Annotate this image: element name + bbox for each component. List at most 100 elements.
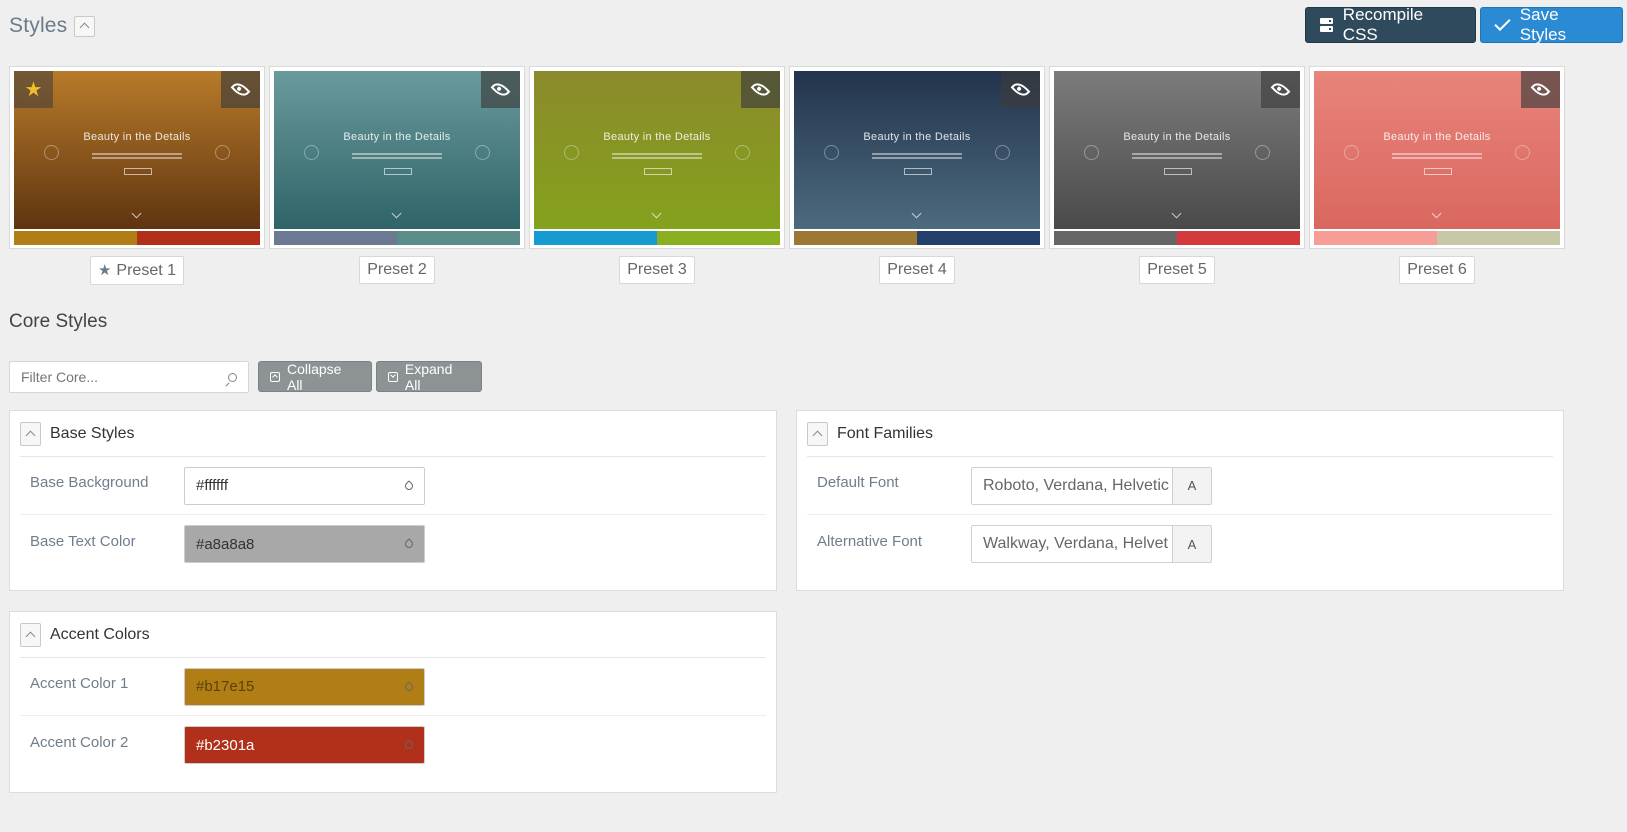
chevron-down-icon (1431, 208, 1442, 219)
preset-card[interactable]: Beauty in the Details Preset 6 (1309, 66, 1565, 285)
swatch (794, 231, 917, 245)
preset-label-button[interactable]: ★ Preset 1 (89, 256, 185, 285)
swatch (917, 231, 1040, 245)
search-icon[interactable] (228, 372, 237, 382)
setting-label: Default Font (817, 474, 899, 491)
arrow-left-icon (564, 145, 579, 160)
preset-label-button[interactable]: Preset 5 (1139, 256, 1215, 284)
thumbnail-heading: Beauty in the Details (1383, 131, 1491, 143)
collapse-styles-button[interactable] (74, 15, 96, 37)
preset-thumbnail[interactable]: Beauty in the Details (534, 71, 780, 229)
preview-button[interactable] (1001, 71, 1040, 108)
preset-label-button[interactable]: Preset 2 (359, 256, 435, 284)
recompile-css-button[interactable]: Recompile CSS (1305, 5, 1476, 44)
color-input[interactable]: #b17e15 (184, 667, 425, 706)
preset-label: Preset 3 (627, 261, 687, 278)
thumbnail-heading: Beauty in the Details (863, 131, 971, 143)
thumbnail-button (1424, 168, 1452, 175)
preset-label: Preset 1 (116, 262, 177, 279)
preset-card[interactable]: Beauty in the Details Preset 4 (789, 66, 1045, 285)
preset-thumbnail-frame: ★ Beauty in the Details (9, 66, 265, 249)
preview-button[interactable] (1521, 71, 1560, 108)
preset-label-button[interactable]: Preset 3 (619, 256, 695, 284)
preset-label-button[interactable]: Preset 4 (879, 256, 955, 284)
droplet-icon[interactable] (403, 680, 415, 693)
save-styles-button[interactable]: Save Styles (1480, 5, 1623, 44)
setting-row: Alternative Font Walkway, Verdana, Helve… (807, 515, 1553, 573)
collapse-all-button[interactable]: Collapse All (258, 361, 372, 393)
eye-icon (230, 79, 251, 100)
base-styles-panel: Base Styles Base Background #ffffff Base… (9, 410, 777, 591)
panel-title: Font Families (837, 424, 934, 442)
preset-card[interactable]: Beauty in the Details Preset 2 (269, 66, 525, 285)
preview-button[interactable] (1261, 71, 1300, 108)
eye-icon (1010, 79, 1031, 100)
collapse-panel-button[interactable] (807, 421, 828, 446)
star-icon: ★ (14, 71, 53, 108)
preset-label: Preset 6 (1407, 261, 1467, 278)
font-input-group: Walkway, Verdana, Helvet A (971, 525, 1212, 563)
preset-thumbnail[interactable]: Beauty in the Details (794, 71, 1040, 229)
star-icon: ★ (97, 262, 112, 279)
thumbnail-heading: Beauty in the Details (83, 131, 191, 143)
droplet-icon[interactable] (403, 538, 415, 550)
font-picker-button[interactable]: A (1173, 525, 1212, 563)
chevron-up-icon (25, 430, 36, 440)
preview-button[interactable] (481, 71, 520, 108)
expand-all-button[interactable]: Expand All (376, 360, 482, 393)
expand-all-label: Expand All (404, 360, 453, 393)
preset-card[interactable]: Beauty in the Details Preset 3 (529, 66, 785, 285)
setting-row: Accent Color 2 #b2301a (20, 716, 766, 774)
panel-header: Font Families (807, 411, 1553, 457)
swatch (14, 231, 137, 245)
preset-swatches (274, 231, 520, 245)
preset-label-button[interactable]: Preset 6 (1399, 256, 1475, 284)
collapse-panel-button[interactable] (20, 622, 41, 647)
preset-card[interactable]: Beauty in the Details Preset 5 (1049, 66, 1305, 285)
color-value: #ffffff (196, 477, 228, 494)
server-icon (1320, 18, 1333, 32)
arrow-left-icon (1084, 145, 1099, 160)
accent-colors-panel: Accent Colors Accent Color 1 #b17e15 Acc… (9, 611, 777, 793)
preset-thumbnail[interactable]: Beauty in the Details (274, 71, 520, 229)
preview-button[interactable] (221, 71, 260, 108)
color-input[interactable]: #ffffff (184, 466, 425, 505)
font-input-group: Roboto, Verdana, Helvetic A (971, 466, 1212, 505)
setting-row: Base Text Color #a8a8a8 (20, 515, 766, 573)
setting-row: Default Font Roboto, Verdana, Helvetic A (807, 457, 1553, 515)
font-families-panel: Font Families Default Font Roboto, Verda… (796, 410, 1564, 591)
chevron-up-icon (812, 430, 823, 440)
arrow-right-icon (995, 145, 1010, 160)
chevron-up-icon (25, 631, 36, 641)
color-input[interactable]: #b2301a (184, 726, 425, 764)
filter-core-field[interactable] (9, 361, 249, 393)
arrow-left-icon (304, 145, 319, 160)
preview-button[interactable] (741, 71, 780, 108)
preset-thumbnail[interactable]: Beauty in the Details (1314, 71, 1560, 229)
arrow-right-icon (1255, 145, 1270, 160)
preset-thumbnail[interactable]: Beauty in the Details (1054, 71, 1300, 229)
font-picker-button[interactable]: A (1173, 466, 1212, 505)
filter-core-input[interactable] (21, 369, 211, 385)
panel-title: Accent Colors (50, 625, 150, 643)
preset-card[interactable]: ★ Beauty in the Details ★ Preset 1 (9, 66, 265, 285)
font-input[interactable]: Walkway, Verdana, Helvet (971, 525, 1173, 563)
preset-thumbnail-frame: Beauty in the Details (529, 66, 785, 249)
collapse-panel-button[interactable] (20, 421, 41, 446)
preset-swatches (1314, 231, 1560, 245)
preset-swatches (14, 231, 260, 245)
droplet-icon[interactable] (403, 739, 415, 751)
arrow-left-icon (824, 145, 839, 160)
font-input[interactable]: Roboto, Verdana, Helvetic (971, 466, 1173, 505)
droplet-icon[interactable] (403, 479, 415, 492)
preset-swatches (794, 231, 1040, 245)
preset-thumbnail-frame: Beauty in the Details (269, 66, 525, 249)
color-input[interactable]: #a8a8a8 (184, 525, 425, 563)
preset-thumbnail[interactable]: ★ Beauty in the Details (14, 71, 260, 229)
preset-thumbnail-frame: Beauty in the Details (1049, 66, 1305, 249)
setting-label: Accent Color 2 (30, 733, 129, 751)
panel-header: Base Styles (20, 411, 766, 457)
color-value: #b17e15 (196, 678, 255, 695)
preset-label: Preset 5 (1147, 261, 1207, 278)
styles-header: Styles (9, 14, 96, 38)
